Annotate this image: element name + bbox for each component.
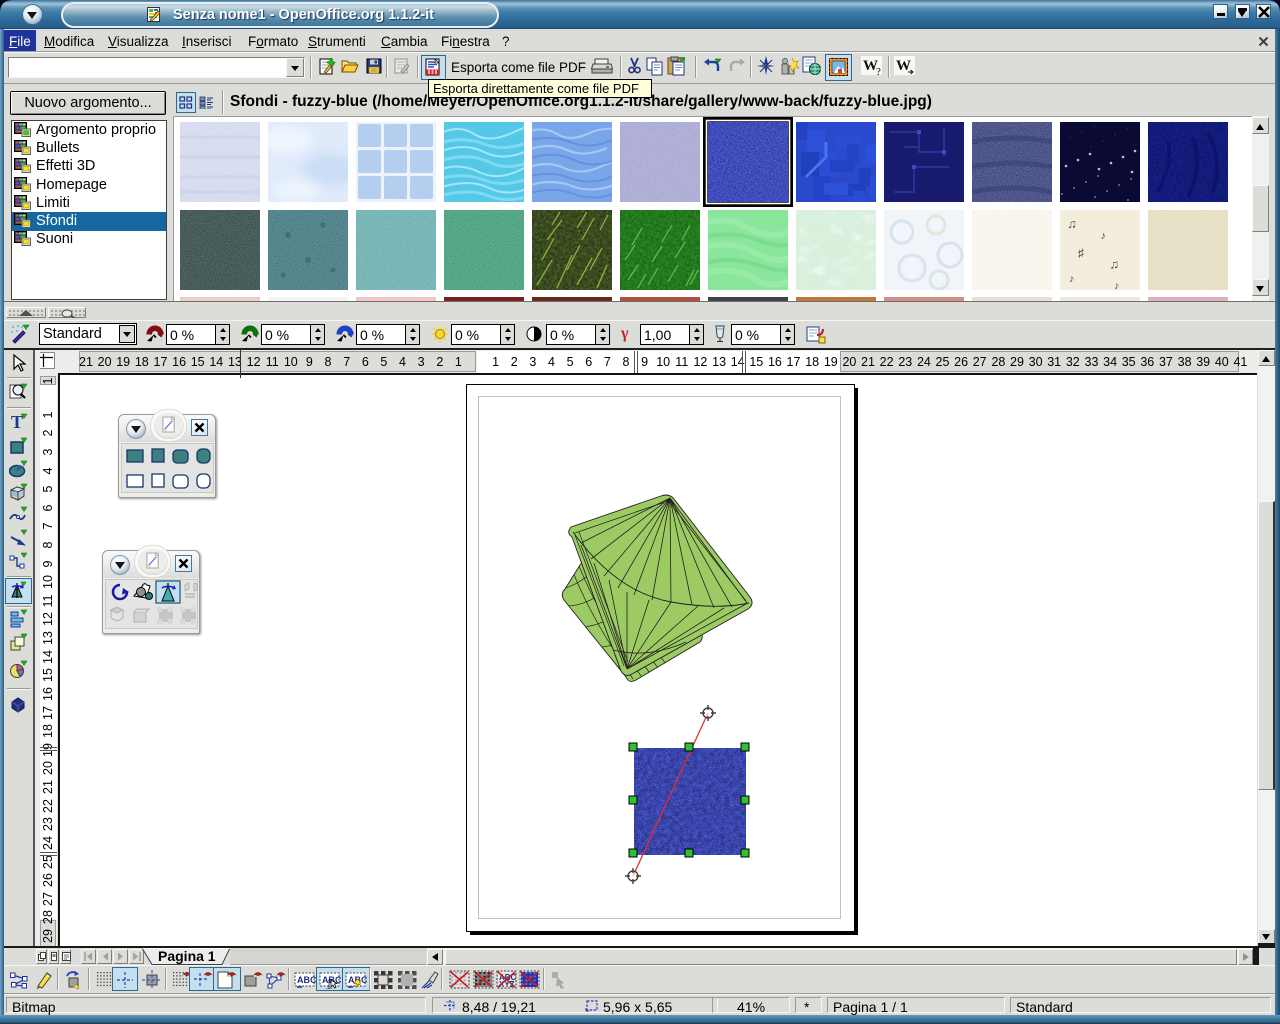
svg-text:ABC: ABC [297,975,316,985]
svg-text:T: T [11,412,23,432]
svg-text:♯: ♯ [1078,247,1084,260]
svg-text:♫: ♫ [1110,258,1119,272]
svg-text:?: ? [876,66,881,77]
svg-text:♫: ♫ [1067,217,1076,231]
svg-text:♪: ♪ [1114,280,1119,292]
svg-text:Pagina 1: Pagina 1 [158,948,216,964]
svg-text:♪: ♪ [1101,230,1106,242]
svg-text:♪: ♪ [1069,273,1074,285]
